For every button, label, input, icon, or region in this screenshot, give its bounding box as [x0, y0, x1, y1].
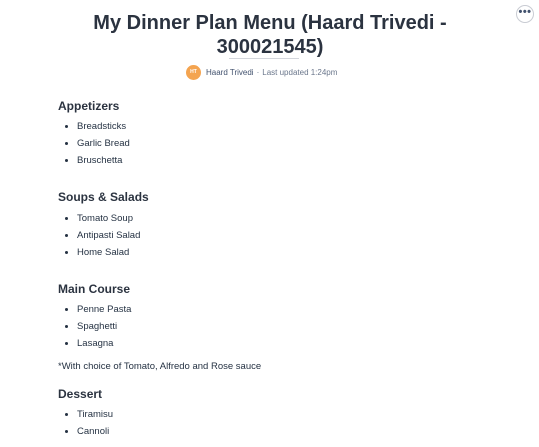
- section-heading-appetizers: Appetizers: [58, 99, 120, 113]
- last-updated: Last updated 1:24pm: [262, 67, 338, 77]
- main-course-list: Penne Pasta Spaghetti Lasagna: [58, 301, 131, 352]
- section-heading-dessert: Dessert: [58, 387, 103, 401]
- page-title: My Dinner Plan Menu (Haard Trivedi - 300…: [93, 12, 447, 58]
- list-item: Lasagna: [58, 335, 131, 352]
- soups-salads-list: Tomato Soup Antipasti Salad Home Salad: [58, 210, 140, 261]
- title-divider: [229, 58, 299, 59]
- list-item: Bruschetta: [58, 152, 130, 169]
- dessert-list: Tiramisu Cannoli: [58, 406, 113, 440]
- sauce-note: *With choice of Tomato, Alfredo and Rose…: [58, 361, 262, 372]
- list-item: Spaghetti: [58, 318, 131, 335]
- section-heading-main-course: Main Course: [58, 282, 131, 296]
- author-name[interactable]: Haard Trivedi: [206, 68, 254, 77]
- list-item: Breadsticks: [58, 118, 130, 135]
- byline-separator: ·: [256, 67, 260, 77]
- appetizers-list: Breadsticks Garlic Bread Bruschetta: [58, 118, 130, 169]
- list-item: Tomato Soup: [58, 210, 140, 227]
- more-icon: •••: [518, 5, 532, 18]
- byline: HT Haard Trivedi · Last updated 1:24pm: [186, 64, 337, 80]
- more-actions-button[interactable]: •••: [516, 5, 534, 23]
- list-item: Penne Pasta: [58, 301, 131, 318]
- list-item: Tiramisu: [58, 406, 113, 423]
- avatar[interactable]: HT: [186, 64, 201, 80]
- list-item: Cannoli: [58, 423, 113, 440]
- list-item: Home Salad: [58, 244, 140, 261]
- list-item: Antipasti Salad: [58, 227, 140, 244]
- section-heading-soups-salads: Soups & Salads: [58, 190, 149, 204]
- list-item: Garlic Bread: [58, 135, 130, 152]
